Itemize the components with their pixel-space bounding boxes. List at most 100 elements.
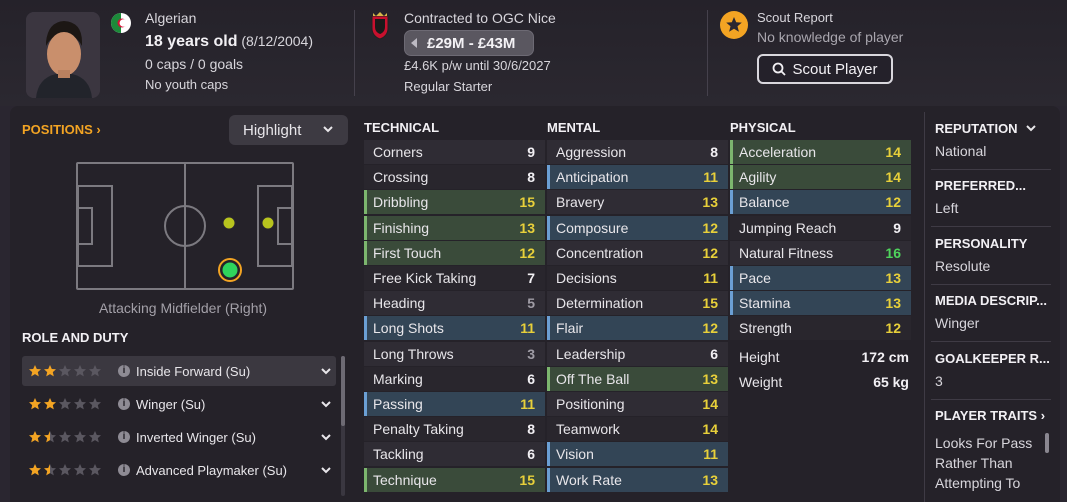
attribute-row[interactable]: First Touch 12 xyxy=(364,240,545,265)
attribute-row[interactable]: Technique 15 xyxy=(364,467,545,492)
attribute-value: 6 xyxy=(527,446,535,463)
chevron-down-icon[interactable] xyxy=(320,398,332,410)
chevron-down-icon[interactable] xyxy=(320,365,332,377)
chevron-right-icon: › xyxy=(1040,408,1046,423)
attribute-row[interactable]: Penalty Taking 8 xyxy=(364,417,545,442)
role-item[interactable]: i Inside Forward (Su) xyxy=(22,356,336,386)
attribute-value: 12 xyxy=(702,219,718,236)
attribute-value: 6 xyxy=(527,370,535,387)
traits-scrollbar[interactable] xyxy=(1045,433,1049,453)
attribute-row[interactable]: Concentration 12 xyxy=(547,240,728,265)
scout-player-button[interactable]: Scout Player xyxy=(757,54,893,84)
role-item[interactable]: i Inverted Winger (Su) xyxy=(22,422,336,452)
attribute-row[interactable]: Pace 13 xyxy=(730,266,911,290)
nationality: Algerian xyxy=(145,10,197,26)
attribute-row[interactable]: Tackling 6 xyxy=(364,442,545,467)
attribute-row[interactable]: Anticipation 11 xyxy=(547,165,728,190)
scout-player-label: Scout Player xyxy=(792,60,878,78)
attribute-row[interactable]: Natural Fitness 16 xyxy=(730,240,911,265)
physical-title: PHYSICAL xyxy=(730,120,796,135)
player-traits-link[interactable]: PLAYER TRAITS › xyxy=(935,408,1045,423)
attribute-row[interactable]: Teamwork 14 xyxy=(547,417,728,442)
attribute-row[interactable]: Acceleration 14 xyxy=(730,140,911,164)
info-icon[interactable]: i xyxy=(118,464,130,476)
chevron-right-icon: › xyxy=(96,122,101,137)
attribute-row[interactable]: Free Kick Taking 7 xyxy=(364,266,545,290)
attribute-row[interactable]: Heading 5 xyxy=(364,291,545,316)
positions-link[interactable]: POSITIONS › xyxy=(22,122,101,137)
attribute-row[interactable]: Vision 11 xyxy=(547,442,728,467)
info-divider-line xyxy=(931,341,1051,342)
attribute-row[interactable]: Jumping Reach 9 xyxy=(730,215,911,240)
attribute-row[interactable]: Long Throws 3 xyxy=(364,341,545,366)
chevron-down-icon[interactable] xyxy=(320,431,332,443)
attribute-name: Flair xyxy=(556,320,584,337)
attribute-row[interactable]: Marking 6 xyxy=(364,366,545,391)
attribute-row[interactable]: Dribbling 15 xyxy=(364,190,545,215)
attribute-row[interactable]: Crossing 8 xyxy=(364,165,545,190)
role-rating xyxy=(22,364,118,378)
info-divider-line xyxy=(931,226,1051,227)
attribute-name: Finishing xyxy=(373,219,430,236)
star-icon xyxy=(89,398,101,410)
attribute-row[interactable]: Agility 14 xyxy=(730,165,911,190)
mental-title: MENTAL xyxy=(547,120,601,135)
attribute-row[interactable]: Finishing 13 xyxy=(364,215,545,240)
attribute-value: 3 xyxy=(527,345,535,362)
attribute-name: Off The Ball xyxy=(556,370,630,387)
attribute-row[interactable]: Positioning 14 xyxy=(547,392,728,416)
role-rating xyxy=(22,397,118,411)
highlight-dropdown[interactable]: Highlight xyxy=(229,115,348,145)
roles-scrollbar[interactable] xyxy=(341,356,345,496)
transfer-value-badge[interactable]: £29M - £43M xyxy=(404,30,534,56)
scout-report-title: Scout Report xyxy=(757,10,833,25)
attribute-row[interactable]: Passing 11 xyxy=(364,392,545,416)
attribute-name: Stamina xyxy=(739,295,791,312)
attribute-name: Composure xyxy=(556,219,629,236)
attribute-name: Bravery xyxy=(556,194,605,211)
info-icon[interactable]: i xyxy=(118,365,130,377)
attribute-row[interactable]: Leadership 6 xyxy=(547,341,728,366)
attribute-row[interactable]: Work Rate 13 xyxy=(547,467,728,492)
search-icon xyxy=(773,62,787,76)
attribute-name: Leadership xyxy=(556,345,626,362)
attribute-row[interactable]: Corners 9 xyxy=(364,140,545,164)
player-avatar xyxy=(26,12,100,98)
attribute-name: Determination xyxy=(556,295,644,312)
role-label: Advanced Playmaker (Su) xyxy=(136,462,288,478)
attribute-name: Teamwork xyxy=(556,421,620,438)
attribute-row[interactable]: Stamina 13 xyxy=(730,291,911,316)
attribute-row[interactable]: Decisions 11 xyxy=(547,266,728,290)
attribute-row[interactable]: Determination 15 xyxy=(547,291,728,316)
role-item[interactable]: i Winger (Su) xyxy=(22,389,336,419)
attribute-name: Long Shots xyxy=(373,320,444,337)
attribute-value: 12 xyxy=(702,320,718,337)
attribute-row[interactable]: Off The Ball 13 xyxy=(547,366,728,391)
attribute-row[interactable]: Long Shots 11 xyxy=(364,316,545,341)
info-icon[interactable]: i xyxy=(118,431,130,443)
attribute-row[interactable]: Flair 12 xyxy=(547,316,728,341)
attribute-value: 16 xyxy=(885,244,901,261)
attribute-row[interactable]: Composure 12 xyxy=(547,215,728,240)
squad-status: Regular Starter xyxy=(404,79,493,94)
role-item[interactable]: i Advanced Playmaker (Su) xyxy=(22,455,336,485)
chevron-down-icon[interactable] xyxy=(320,464,332,476)
positions-title: POSITIONS xyxy=(22,122,93,137)
chevron-down-icon xyxy=(1026,125,1036,132)
chevron-down-icon xyxy=(323,126,333,133)
attribute-name: First Touch xyxy=(373,244,442,261)
age-line: 18 years old (8/12/2004) xyxy=(145,33,313,51)
attribute-name: Marking xyxy=(373,370,423,387)
attribute-value: 13 xyxy=(519,219,535,236)
attribute-row[interactable]: Bravery 13 xyxy=(547,190,728,215)
info-icon[interactable]: i xyxy=(118,398,130,410)
info-divider-line xyxy=(931,284,1051,285)
attribute-value: 12 xyxy=(519,244,535,261)
attribute-row[interactable]: Aggression 8 xyxy=(547,140,728,164)
attribute-row[interactable]: Balance 12 xyxy=(730,190,911,215)
attribute-value: 15 xyxy=(519,194,535,211)
attribute-name: Technique xyxy=(373,471,437,488)
attribute-row[interactable]: Strength 12 xyxy=(730,316,911,341)
attribute-value: 13 xyxy=(702,471,718,488)
reputation-header[interactable]: REPUTATION xyxy=(935,121,1037,136)
